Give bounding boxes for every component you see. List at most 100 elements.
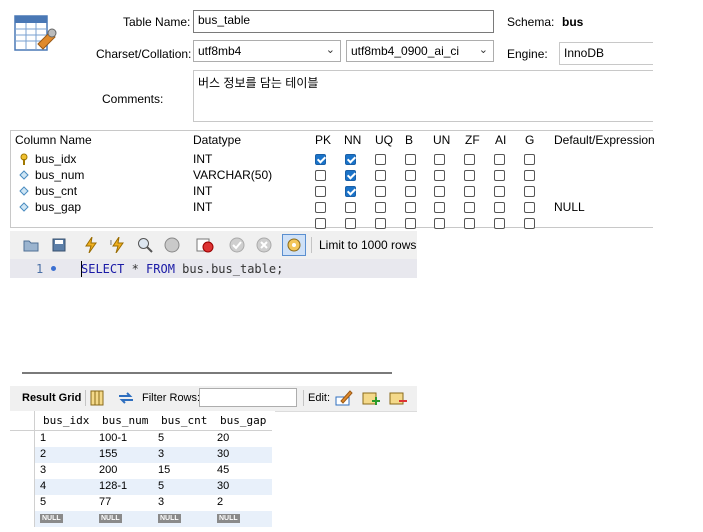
row-header[interactable] (10, 479, 35, 495)
limit-rows-select[interactable]: Limit to 1000 rows (319, 238, 416, 252)
g-checkbox[interactable] (524, 202, 535, 213)
result-cell[interactable]: 30 (217, 480, 229, 492)
explain-magnifier-icon[interactable] (136, 236, 154, 254)
g-checkbox[interactable] (524, 170, 535, 181)
row-header[interactable] (10, 447, 35, 463)
result-row[interactable]: 2 155 3 30 (10, 447, 272, 463)
g-checkbox[interactable] (524, 154, 535, 165)
zf-checkbox[interactable] (464, 170, 475, 181)
ai-checkbox[interactable] (494, 154, 505, 165)
result-cell[interactable]: 5 (158, 432, 164, 444)
result-cell[interactable]: 3 (158, 448, 164, 460)
result-cell[interactable]: 1 (40, 432, 46, 444)
result-cell[interactable]: 155 (99, 448, 117, 460)
zf-checkbox[interactable] (464, 218, 475, 229)
execute-current-icon[interactable]: I (109, 236, 127, 254)
charset-select[interactable]: utf8mb4 ⌄ (193, 40, 341, 62)
null-badge[interactable]: NULL (158, 514, 181, 523)
column-row[interactable] (11, 215, 653, 231)
insert-row-icon[interactable] (362, 389, 380, 410)
collation-select[interactable]: utf8mb4_0900_ai_ci ⌄ (346, 40, 494, 62)
uq-checkbox[interactable] (375, 202, 386, 213)
column-row[interactable]: bus_cnt INT (11, 183, 653, 199)
pk-checkbox[interactable] (315, 170, 326, 181)
uq-checkbox[interactable] (375, 218, 386, 229)
zf-checkbox[interactable] (464, 186, 475, 197)
delete-row-icon[interactable] (389, 389, 407, 410)
nn-checkbox[interactable] (345, 186, 356, 197)
column-name[interactable]: bus_gap (35, 200, 81, 214)
b-checkbox[interactable] (405, 202, 416, 213)
un-checkbox[interactable] (434, 170, 445, 181)
rollback-x-icon[interactable] (255, 236, 273, 254)
pk-checkbox[interactable] (315, 218, 326, 229)
result-cell[interactable]: 5 (40, 496, 46, 508)
g-checkbox[interactable] (524, 186, 535, 197)
column-name[interactable]: bus_num (35, 168, 84, 182)
result-cell[interactable]: 2 (40, 448, 46, 460)
row-header[interactable] (10, 431, 35, 447)
pk-checkbox[interactable] (315, 154, 326, 165)
refresh-arrows-icon[interactable] (117, 391, 135, 408)
un-checkbox[interactable] (434, 186, 445, 197)
column-datatype[interactable]: INT (193, 200, 212, 214)
result-cell[interactable]: 2 (217, 496, 223, 508)
nn-checkbox[interactable] (345, 154, 356, 165)
editor-horizontal-scrollbar[interactable] (22, 372, 392, 374)
un-checkbox[interactable] (434, 154, 445, 165)
open-folder-icon[interactable] (22, 236, 40, 254)
row-header[interactable] (10, 463, 35, 479)
g-checkbox[interactable] (524, 218, 535, 229)
zf-checkbox[interactable] (464, 154, 475, 165)
column-name[interactable]: bus_idx (35, 152, 76, 166)
uq-checkbox[interactable] (375, 154, 386, 165)
comments-textarea[interactable]: 버스 정보를 담는 테이블 (193, 70, 653, 122)
sql-statement[interactable]: SELECT * FROM bus.bus_table; (81, 262, 283, 276)
engine-select[interactable]: InnoDB (559, 42, 653, 65)
ai-checkbox[interactable] (494, 218, 505, 229)
result-row[interactable]: NULL NULL NULL NULL (10, 511, 272, 527)
result-cell[interactable]: 5 (158, 480, 164, 492)
column-row[interactable]: bus_num VARCHAR(50) (11, 167, 653, 183)
column-row[interactable]: bus_gap INT NULL (11, 199, 653, 215)
result-cell[interactable]: 20 (217, 432, 229, 444)
result-cell[interactable]: 100-1 (99, 432, 127, 444)
b-checkbox[interactable] (405, 170, 416, 181)
result-cell[interactable]: 200 (99, 464, 117, 476)
table-name-input[interactable]: bus_table (193, 10, 494, 33)
row-header[interactable] (10, 511, 35, 527)
filter-rows-input[interactable] (199, 388, 297, 407)
result-col-header[interactable]: bus_gap (220, 414, 266, 427)
ai-checkbox[interactable] (494, 202, 505, 213)
ai-checkbox[interactable] (494, 170, 505, 181)
column-name[interactable]: bus_cnt (35, 184, 77, 198)
result-cell[interactable]: 77 (99, 496, 111, 508)
zf-checkbox[interactable] (464, 202, 475, 213)
result-col-header[interactable]: bus_cnt (161, 414, 207, 427)
null-badge[interactable]: NULL (40, 514, 63, 523)
result-grid-tab[interactable]: Result Grid (22, 392, 81, 404)
result-col-header[interactable]: bus_idx (43, 414, 89, 427)
null-badge[interactable]: NULL (99, 514, 122, 523)
result-row[interactable]: 5 77 3 2 (10, 495, 272, 511)
result-cell[interactable]: 3 (40, 464, 46, 476)
pk-checkbox[interactable] (315, 186, 326, 197)
result-row[interactable]: 4 128-1 5 30 (10, 479, 272, 495)
b-checkbox[interactable] (405, 154, 416, 165)
b-checkbox[interactable] (405, 186, 416, 197)
result-cell[interactable]: 15 (158, 464, 170, 476)
column-datatype[interactable]: INT (193, 184, 212, 198)
result-cell[interactable]: 128-1 (99, 480, 127, 492)
result-col-header[interactable]: bus_num (102, 414, 148, 427)
toggle-error-icon[interactable] (196, 236, 214, 254)
nn-checkbox[interactable] (345, 170, 356, 181)
save-icon[interactable] (50, 236, 68, 254)
result-row[interactable]: 1 100-1 5 20 (10, 431, 272, 447)
column-default[interactable]: NULL (554, 200, 585, 214)
result-cell[interactable]: 45 (217, 464, 229, 476)
un-checkbox[interactable] (434, 218, 445, 229)
result-row[interactable]: 3 200 15 45 (10, 463, 272, 479)
null-badge[interactable]: NULL (217, 514, 240, 523)
result-cell[interactable]: 3 (158, 496, 164, 508)
stop-hand-icon[interactable] (163, 236, 181, 254)
